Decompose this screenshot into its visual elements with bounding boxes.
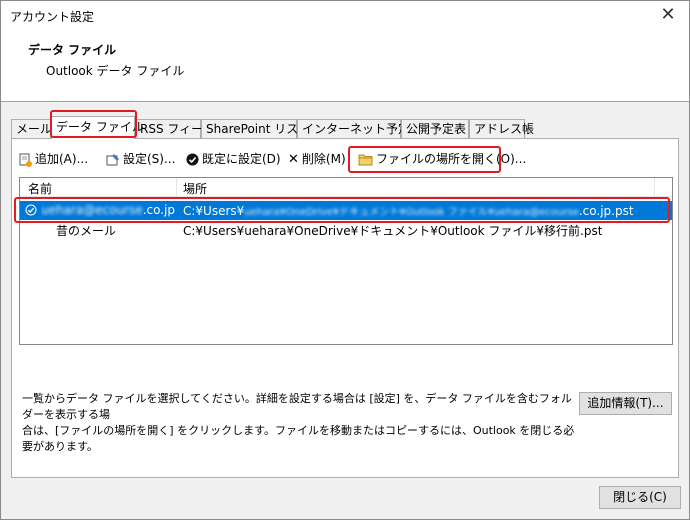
add-file-icon [19, 153, 32, 167]
remove-button-label: 削除(M) [301, 152, 346, 166]
close-button[interactable]: 閉じる(C) [599, 486, 681, 509]
header-subtitle: Outlook データ ファイル [46, 64, 185, 78]
open-file-location-button[interactable]: ファイルの場所を開く(O)... [358, 149, 526, 169]
header-title: データ ファイル [28, 43, 117, 57]
table-row[interactable]: 昔のメール C:¥Users¥uehara¥OneDrive¥ドキュメント¥Ou… [20, 220, 672, 239]
column-divider[interactable] [654, 178, 655, 197]
window-title: アカウント設定 [10, 10, 95, 24]
data-files-list[interactable]: 名前 場所 uehara@ecourse.co.jp C:¥Users¥ueha… [19, 177, 673, 345]
table-row[interactable]: uehara@ecourse.co.jp C:¥Users¥uehara¥One… [20, 201, 672, 220]
list-header: 名前 場所 [20, 178, 672, 197]
tab-internet-calendars[interactable]: インターネット予定表 [297, 119, 422, 138]
add-button-label: 追加(A)... [35, 152, 89, 166]
tab-mail[interactable]: メール [11, 119, 52, 138]
help-description: 一覧からデータ ファイルを選択してください。詳細を設定する場合は [設定] を、… [22, 391, 578, 455]
row-location: C:¥Users¥uehara¥OneDrive¥ドキュメント¥Outlook … [183, 224, 603, 238]
tab-rss-feeds[interactable]: RSS フィード [135, 119, 215, 138]
delete-x-icon: ✕ [288, 151, 299, 167]
row-location: C:¥Users¥uehara¥OneDrive¥ドキュメント¥Outlook … [183, 204, 634, 218]
checkmark-circle-icon [186, 153, 199, 166]
help-description-line: 合は、[ファイルの場所を開く] をクリックします。ファイルを移動またはコピーする… [22, 424, 575, 453]
tab-published-calendars[interactable]: 公開予定表 [401, 119, 469, 138]
open-file-location-label: ファイルの場所を開く(O)... [376, 152, 527, 166]
column-divider[interactable] [176, 178, 177, 197]
settings-icon [106, 153, 119, 165]
tab-address-books[interactable]: アドレス帳 [469, 119, 534, 138]
account-settings-dialog: アカウント設定 ✕ データ ファイル Outlook データ ファイル メール … [0, 0, 690, 520]
obscured-path: uehara¥OneDrive¥ドキュメント¥Outlook ファイル¥ueha… [244, 207, 579, 218]
remove-button[interactable]: ✕ 削除(M) [288, 149, 346, 169]
tab-data-files[interactable]: データ ファイル [51, 116, 144, 139]
more-info-button[interactable]: 追加情報(T)... [579, 392, 672, 415]
default-check-icon [25, 204, 37, 216]
settings-button[interactable]: 設定(S)... [106, 149, 175, 169]
settings-button-label: 設定(S)... [123, 152, 176, 166]
row-name: 昔のメール [56, 224, 117, 238]
set-default-button[interactable]: 既定に設定(D) [186, 149, 281, 169]
column-header-name[interactable]: 名前 [28, 180, 52, 197]
folder-icon [358, 154, 373, 166]
column-header-location[interactable]: 場所 [183, 180, 207, 197]
dialog-header: データ ファイル Outlook データ ファイル [1, 31, 689, 101]
title-bar: アカウント設定 ✕ [1, 1, 689, 31]
help-description-line: 一覧からデータ ファイルを選択してください。詳細を設定する場合は [設定] を、… [22, 392, 572, 421]
data-files-panel: 追加(A)... 設定(S)... 既定に設定(D) ✕ 削除(M) ファイルの… [11, 138, 679, 478]
dialog-body: メール データ ファイル RSS フィード SharePoint リスト インタ… [1, 102, 689, 519]
add-button[interactable]: 追加(A)... [18, 149, 88, 169]
tab-sharepoint-lists[interactable]: SharePoint リスト [201, 119, 310, 138]
set-default-button-label: 既定に設定(D) [202, 152, 281, 166]
row-name: uehara@ecourse.co.jp [41, 203, 176, 217]
close-icon[interactable]: ✕ [657, 4, 679, 26]
obscured-email: uehara@ecourse [41, 203, 143, 217]
